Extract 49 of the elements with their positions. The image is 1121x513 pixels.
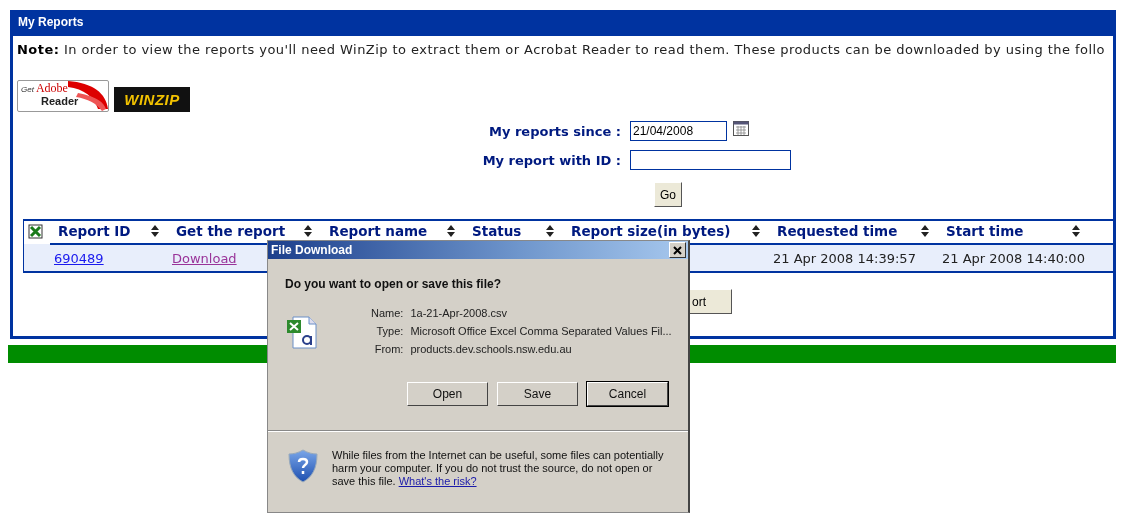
close-button[interactable] [669, 242, 686, 258]
field-label: Type: [376, 325, 404, 337]
sort-icon[interactable] [303, 224, 313, 237]
field-value: Microsoft Office Excel Comma Separated Values Fil... [410, 325, 672, 337]
dialog-button[interactable]: Cancel [587, 382, 668, 406]
risk-link[interactable]: What's the risk? [398, 475, 477, 487]
sort-icon[interactable] [1070, 224, 1081, 237]
table-cell: 21 Apr 2008 14:40:00 [942, 250, 1085, 266]
column-header[interactable]: Report size(in bytes) [571, 222, 731, 239]
dialog-button[interactable]: Save [497, 382, 578, 406]
dialog-question: Do you want to open or save this file? [285, 277, 503, 291]
shield-question-icon [287, 449, 319, 483]
column-header[interactable]: Report name [329, 222, 428, 239]
csv-file-icon [287, 316, 317, 349]
logo-text: Reader [40, 95, 79, 107]
dialog-title: File Download [271, 243, 353, 257]
field-label: My report with ID : [482, 152, 621, 168]
field-label: My reports since : [489, 123, 621, 139]
warning-text: While files from the Internet can be useful, some files can potentially harm your computer. If you do not trust the source, do not open or save this file. What's the risk? [332, 449, 665, 488]
close-icon [672, 244, 683, 256]
download-link[interactable]: Download [172, 250, 237, 266]
excel-icon [28, 223, 43, 239]
table-cell: 21 Apr 2008 14:39:57 [773, 250, 916, 266]
go-button[interactable]: Go [654, 182, 682, 207]
column-header[interactable]: Get the report [176, 222, 286, 239]
note-text: Note: In order to view the reports you'll need WinZip to extract them or Acrobat Reader to read them. These products can be downloaded by using the follo [17, 41, 1106, 59]
sort-icon[interactable] [920, 224, 930, 237]
adobe-reader-link[interactable]: Get Adobe Reader [17, 80, 109, 112]
field-label: Name: [371, 307, 404, 319]
winzip-link[interactable]: WINZIP [114, 87, 190, 112]
column-header[interactable]: Status [472, 222, 522, 239]
report-id-link[interactable]: 690489 [54, 250, 104, 266]
logo-text: Get [21, 85, 34, 94]
field-label: From: [374, 343, 404, 355]
sort-icon[interactable] [150, 224, 160, 237]
input-field[interactable]: 21/04/2008 [630, 121, 727, 141]
logo-text: Adobe [35, 82, 68, 95]
sort-icon[interactable] [446, 224, 456, 237]
calendar-icon[interactable] [733, 120, 749, 136]
column-header[interactable]: Requested time [777, 222, 898, 239]
sort-icon[interactable] [751, 224, 761, 237]
field-value: 1a-21-Apr-2008.csv [410, 307, 508, 319]
sort-icon[interactable] [545, 224, 555, 237]
field-value: products.dev.schools.nsw.edu.au [410, 343, 573, 355]
panel-title: My Reports [13, 10, 1113, 36]
input-field[interactable] [630, 150, 791, 170]
column-header[interactable]: Report ID [58, 222, 131, 239]
dialog-button[interactable]: Open [407, 382, 488, 406]
column-header[interactable]: Start time [946, 222, 1024, 239]
